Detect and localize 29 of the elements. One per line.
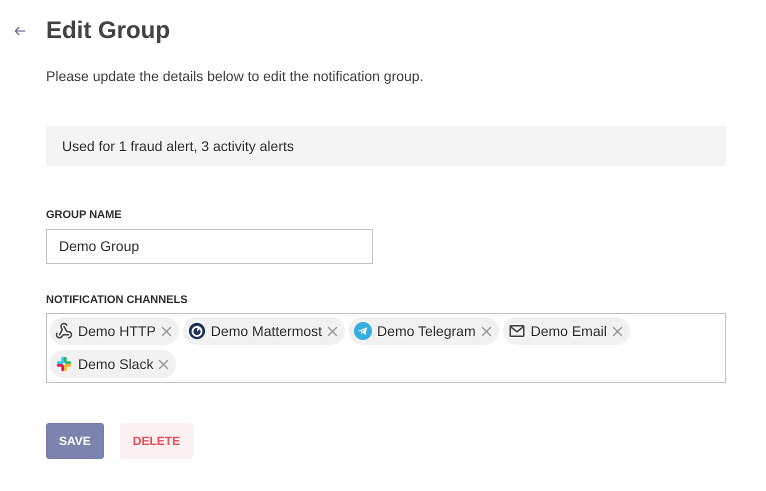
chip-label: Demo Slack bbox=[78, 354, 154, 374]
close-icon[interactable] bbox=[160, 326, 172, 336]
channel-chip[interactable]: Demo Email bbox=[502, 317, 630, 345]
page-subtitle: Please update the details below to edit the notification group. bbox=[46, 67, 424, 86]
channel-chip[interactable]: Demo Telegram bbox=[349, 317, 499, 345]
field-label: GROUP NAME bbox=[46, 208, 123, 223]
mattermost-icon bbox=[188, 322, 206, 340]
chip-label: Demo HTTP bbox=[78, 322, 156, 340]
group-name-field[interactable]: Demo Group bbox=[46, 228, 373, 264]
chip-label: Demo Mattermost bbox=[210, 322, 322, 340]
channels-field[interactable]: Demo HTTP Demo Mattermost Demo Telegram Demo Email Demo Slack bbox=[46, 313, 726, 383]
webhook-icon bbox=[55, 322, 73, 340]
channel-chip[interactable]: Demo Mattermost bbox=[182, 317, 346, 345]
back-arrow-icon[interactable] bbox=[13, 24, 27, 38]
save-button[interactable]: SAVE bbox=[46, 423, 104, 459]
chip-label: Demo Telegram bbox=[377, 322, 476, 341]
slack-icon bbox=[55, 355, 73, 373]
close-icon[interactable] bbox=[480, 326, 492, 336]
page-title: Edit Group bbox=[46, 16, 170, 46]
envelope-icon bbox=[508, 322, 526, 340]
channel-chip[interactable]: Demo Slack bbox=[50, 350, 176, 378]
channel-chip[interactable]: Demo HTTP bbox=[50, 317, 179, 345]
chip-label: Demo Email bbox=[530, 322, 607, 340]
paper-plane-icon bbox=[354, 322, 372, 340]
close-icon[interactable] bbox=[612, 326, 623, 336]
usage-banner: Used for 1 fraud alert, 3 activity alerts bbox=[46, 126, 726, 166]
field-label: NOTIFICATION CHANNELS bbox=[46, 292, 189, 308]
close-icon[interactable] bbox=[327, 326, 338, 336]
close-icon[interactable] bbox=[158, 358, 170, 370]
